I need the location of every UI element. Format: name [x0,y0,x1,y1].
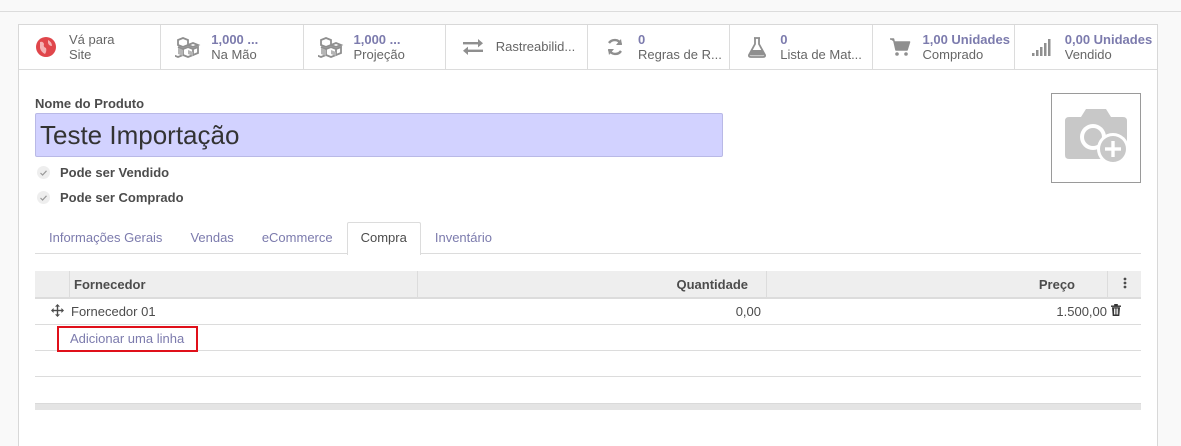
table-row[interactable]: Fornecedor 01 0,00 1.500,00 [35,299,1141,325]
cart-icon [887,34,913,60]
checkbox-icon[interactable] [37,191,50,204]
smart-button-box: Vá para Site 1,000 ... Na Mão 1,000 ... … [19,25,1157,70]
vendor-column-header[interactable]: Fornecedor [69,271,417,297]
vertical-dots-icon [1123,277,1127,292]
product-image-upload[interactable] [1051,93,1141,183]
add-line-link[interactable]: Adicionar uma linha [57,326,199,352]
drag-handle[interactable] [35,299,69,324]
sold-button[interactable]: 0,00 Unidades Vendido [1015,25,1157,69]
delete-row-button[interactable] [1107,299,1141,324]
tab-sales[interactable]: Vendas [176,222,247,254]
price-cell[interactable]: 1.500,00 [766,299,1107,324]
checkbox-icon[interactable] [37,166,50,179]
globe-icon [33,34,59,60]
handle-column-header [35,271,69,297]
add-line-row: Adicionar uma linha [35,325,1141,352]
reorder-rules-button[interactable]: 0 Regras de R... [588,25,731,69]
tab-general-info[interactable]: Informações Gerais [35,222,176,254]
vendor-cell[interactable]: Fornecedor 01 [69,299,417,324]
table-header: Fornecedor Quantidade Preço [35,271,1141,299]
website-button[interactable]: Vá para Site [19,25,162,69]
product-name-label: Nome do Produto [35,96,145,111]
cubes-icon [175,34,201,60]
tab-purchase[interactable]: Compra [346,222,421,255]
product-form-sheet: Vá para Site 1,000 ... Na Mão 1,000 ... … [18,24,1158,446]
on-hand-button[interactable]: 1,000 ... Na Mão [161,25,304,69]
trash-icon [1111,304,1121,319]
refresh-icon [602,34,628,60]
traceability-button[interactable]: Rastreabilid... [446,25,588,69]
tab-ecommerce[interactable]: eCommerce [248,222,347,254]
move-arrows-icon [50,303,64,320]
signal-bars-icon [1029,34,1055,60]
can-be-purchased-checkbox-row[interactable]: Pode ser Comprado [35,190,184,205]
tab-inventory[interactable]: Inventário [421,222,506,254]
optional-columns-toggle[interactable] [1107,271,1141,297]
table-footer [35,403,1141,410]
bom-button[interactable]: 0 Lista de Mat... [730,25,873,69]
notebook-tabs: Informações Gerais Vendas eCommerce Comp… [35,222,1141,255]
cubes-icon [317,34,344,60]
exchange-arrows-icon [460,34,486,60]
vendor-table: Fornecedor Quantidade Preço Fornecedor 0… [35,271,1141,377]
flask-icon [744,34,770,60]
can-be-sold-label: Pode ser Vendido [60,165,170,180]
quantity-column-header[interactable]: Quantidade [417,271,766,297]
camera-plus-icon [1061,107,1131,170]
quantity-cell[interactable]: 0,00 [417,299,766,324]
product-name-input[interactable] [35,113,723,157]
can-be-sold-checkbox-row[interactable]: Pode ser Vendido [35,165,169,180]
top-edge [0,0,1181,12]
forecast-button[interactable]: 1,000 ... Projeção [304,25,446,69]
empty-row [35,351,1141,377]
can-be-purchased-label: Pode ser Comprado [60,190,184,205]
purchased-button[interactable]: 1,00 Unidades Comprado [873,25,1015,69]
price-column-header[interactable]: Preço [766,271,1107,297]
